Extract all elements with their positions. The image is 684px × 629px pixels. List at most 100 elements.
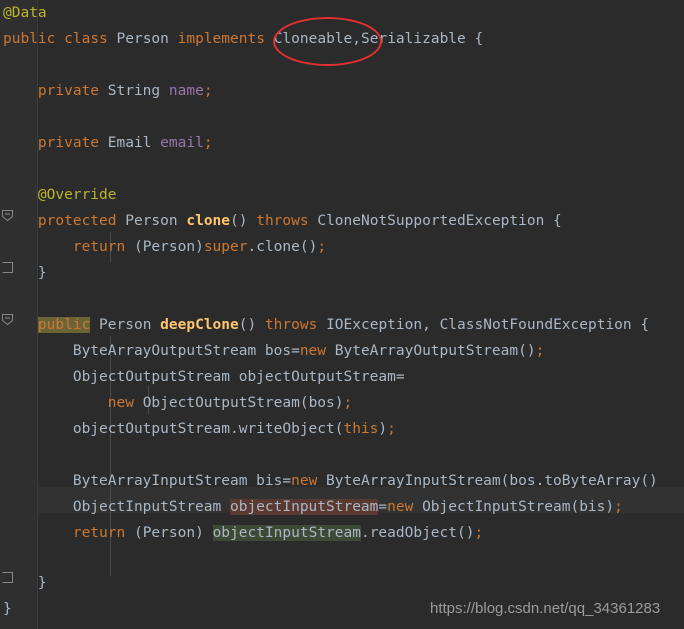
code-token: readObject — [369, 525, 458, 541]
code-token: ByteArrayOutputStream — [334, 343, 519, 359]
code-line[interactable] — [0, 104, 3, 130]
code-token: String — [107, 83, 161, 99]
code-token: name — [168, 83, 204, 99]
code-token: ; — [387, 421, 396, 437]
code-token: ; — [317, 239, 327, 255]
code-line[interactable]: } — [0, 570, 47, 596]
code-token: email — [160, 135, 204, 151]
code-token: ObjectInputStream — [72, 499, 222, 515]
code-line[interactable]: ObjectOutputStream objectOutputStream= — [0, 364, 405, 390]
code-token: return — [72, 525, 126, 541]
highlighted-token: objectInputStream — [229, 499, 379, 515]
code-token: ObjectOutputStream — [142, 395, 300, 411]
watermark-url: https://blog.csdn.net/qq_34361283 — [430, 600, 661, 617]
highlighted-token: public — [37, 317, 91, 333]
code-token: protected — [37, 213, 117, 229]
code-line[interactable]: return (Person)super.clone(); — [0, 234, 326, 260]
code-token: ; — [474, 525, 484, 541]
code-token: ; — [203, 83, 213, 99]
code-token: () — [299, 239, 318, 255]
code-line[interactable]: public Person deepClone() throws IOExcep… — [0, 312, 649, 338]
code-token: , — [352, 31, 361, 47]
code-token: ObjectInputStream — [422, 499, 571, 515]
code-line[interactable]: protected Person clone() throws CloneNot… — [0, 208, 562, 234]
highlighted-token: objectInputStream — [212, 525, 361, 541]
code-line[interactable]: ByteArrayInputStream bis=new ByteArrayIn… — [0, 468, 658, 494]
code-line[interactable]: @Data — [0, 0, 47, 26]
code-token: super — [203, 239, 248, 255]
code-token: clone — [186, 213, 231, 229]
code-token: () — [518, 343, 536, 359]
code-line[interactable]: private String name; — [0, 78, 213, 104]
code-token: new — [107, 395, 134, 411]
code-line[interactable] — [0, 546, 3, 572]
code-token: objectOutputStream= — [229, 369, 405, 385]
code-token: } — [3, 575, 47, 591]
code-token: objectOutputStream — [72, 421, 230, 437]
code-token: return — [72, 239, 126, 255]
code-token: ; — [343, 395, 353, 411]
code-token: clone — [256, 239, 300, 255]
code-editor[interactable]: @Data public class Person implements Clon… — [0, 0, 684, 629]
code-token: @Data — [3, 5, 47, 21]
code-token: Person — [142, 239, 196, 255]
code-line[interactable]: @Override — [0, 182, 117, 208]
code-line[interactable]: private Email email; — [0, 130, 213, 156]
code-token: } — [3, 265, 47, 281]
code-token: ByteArrayInputStream — [326, 473, 501, 489]
code-token: . — [360, 525, 370, 541]
code-token: deepClone — [160, 317, 239, 333]
code-line[interactable]: } — [0, 260, 47, 286]
code-token: (bos) — [299, 395, 344, 411]
code-token: ; — [535, 343, 545, 359]
code-token: ClassNotFoundException — [439, 317, 632, 333]
code-token: ; — [614, 499, 623, 515]
code-line[interactable]: objectOutputStream.writeObject(this); — [0, 416, 396, 442]
code-token: private — [37, 135, 100, 151]
code-line[interactable]: new ObjectOutputStream(bos); — [0, 390, 352, 416]
code-line[interactable]: public class Person implements Cloneable… — [0, 26, 483, 52]
code-token: new — [387, 499, 414, 515]
code-line[interactable]: ByteArrayOutputStream bos=new ByteArrayO… — [0, 338, 544, 364]
code-line[interactable]: } — [0, 596, 12, 622]
code-line[interactable]: ObjectInputStream objectInputStream=new … — [0, 494, 623, 520]
code-token: Person — [125, 213, 178, 229]
code-token: @Override — [37, 187, 117, 203]
code-line[interactable] — [0, 442, 3, 468]
code-content[interactable]: @Data public class Person implements Clon… — [0, 0, 684, 629]
code-line[interactable] — [0, 52, 3, 78]
code-token: ) — [195, 239, 204, 255]
code-token: Person — [99, 317, 152, 333]
code-token: Person — [142, 525, 196, 541]
code-token: bis= — [247, 473, 292, 489]
code-line[interactable]: return (Person) objectInputStream.readOb… — [0, 520, 483, 546]
code-token: new — [291, 473, 318, 489]
code-token: this — [343, 421, 379, 437]
code-token: () — [230, 213, 257, 229]
code-token: (bis) — [570, 499, 615, 515]
code-line[interactable] — [0, 156, 3, 182]
code-token: ; — [203, 135, 213, 151]
code-line[interactable] — [0, 286, 3, 312]
code-token: } — [3, 601, 12, 617]
